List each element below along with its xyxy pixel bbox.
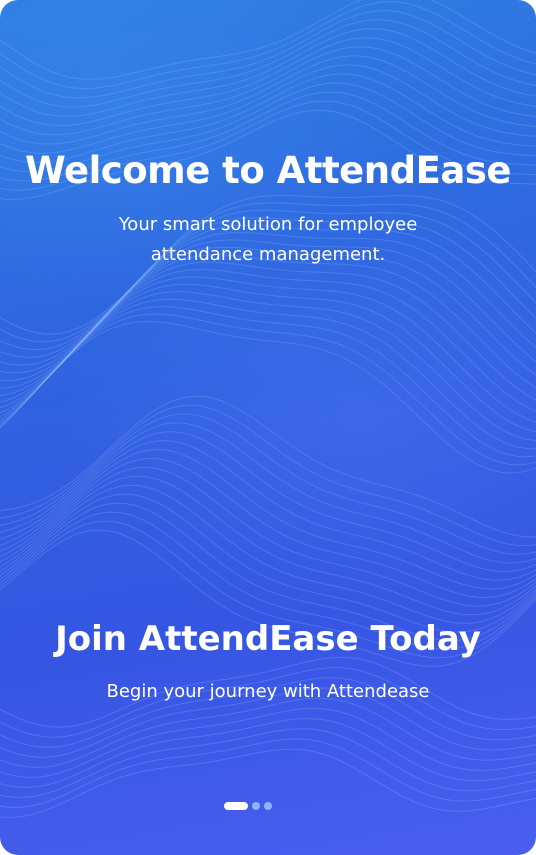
join-subtitle: Begin your journey with Attendease	[106, 681, 430, 702]
onboarding-screen: Welcome to AttendEase Your smart solutio…	[0, 0, 536, 855]
page-dot-3[interactable]	[264, 802, 272, 810]
join-title: Join AttendEase Today	[55, 619, 481, 659]
page-dot-1[interactable]	[224, 802, 248, 810]
page-indicator	[224, 802, 272, 810]
welcome-subtitle: Your smart solution for employee attenda…	[118, 214, 418, 265]
background-glow	[0, 0, 536, 855]
page-dot-2[interactable]	[252, 802, 260, 810]
welcome-title: Welcome to AttendEase	[25, 149, 511, 192]
